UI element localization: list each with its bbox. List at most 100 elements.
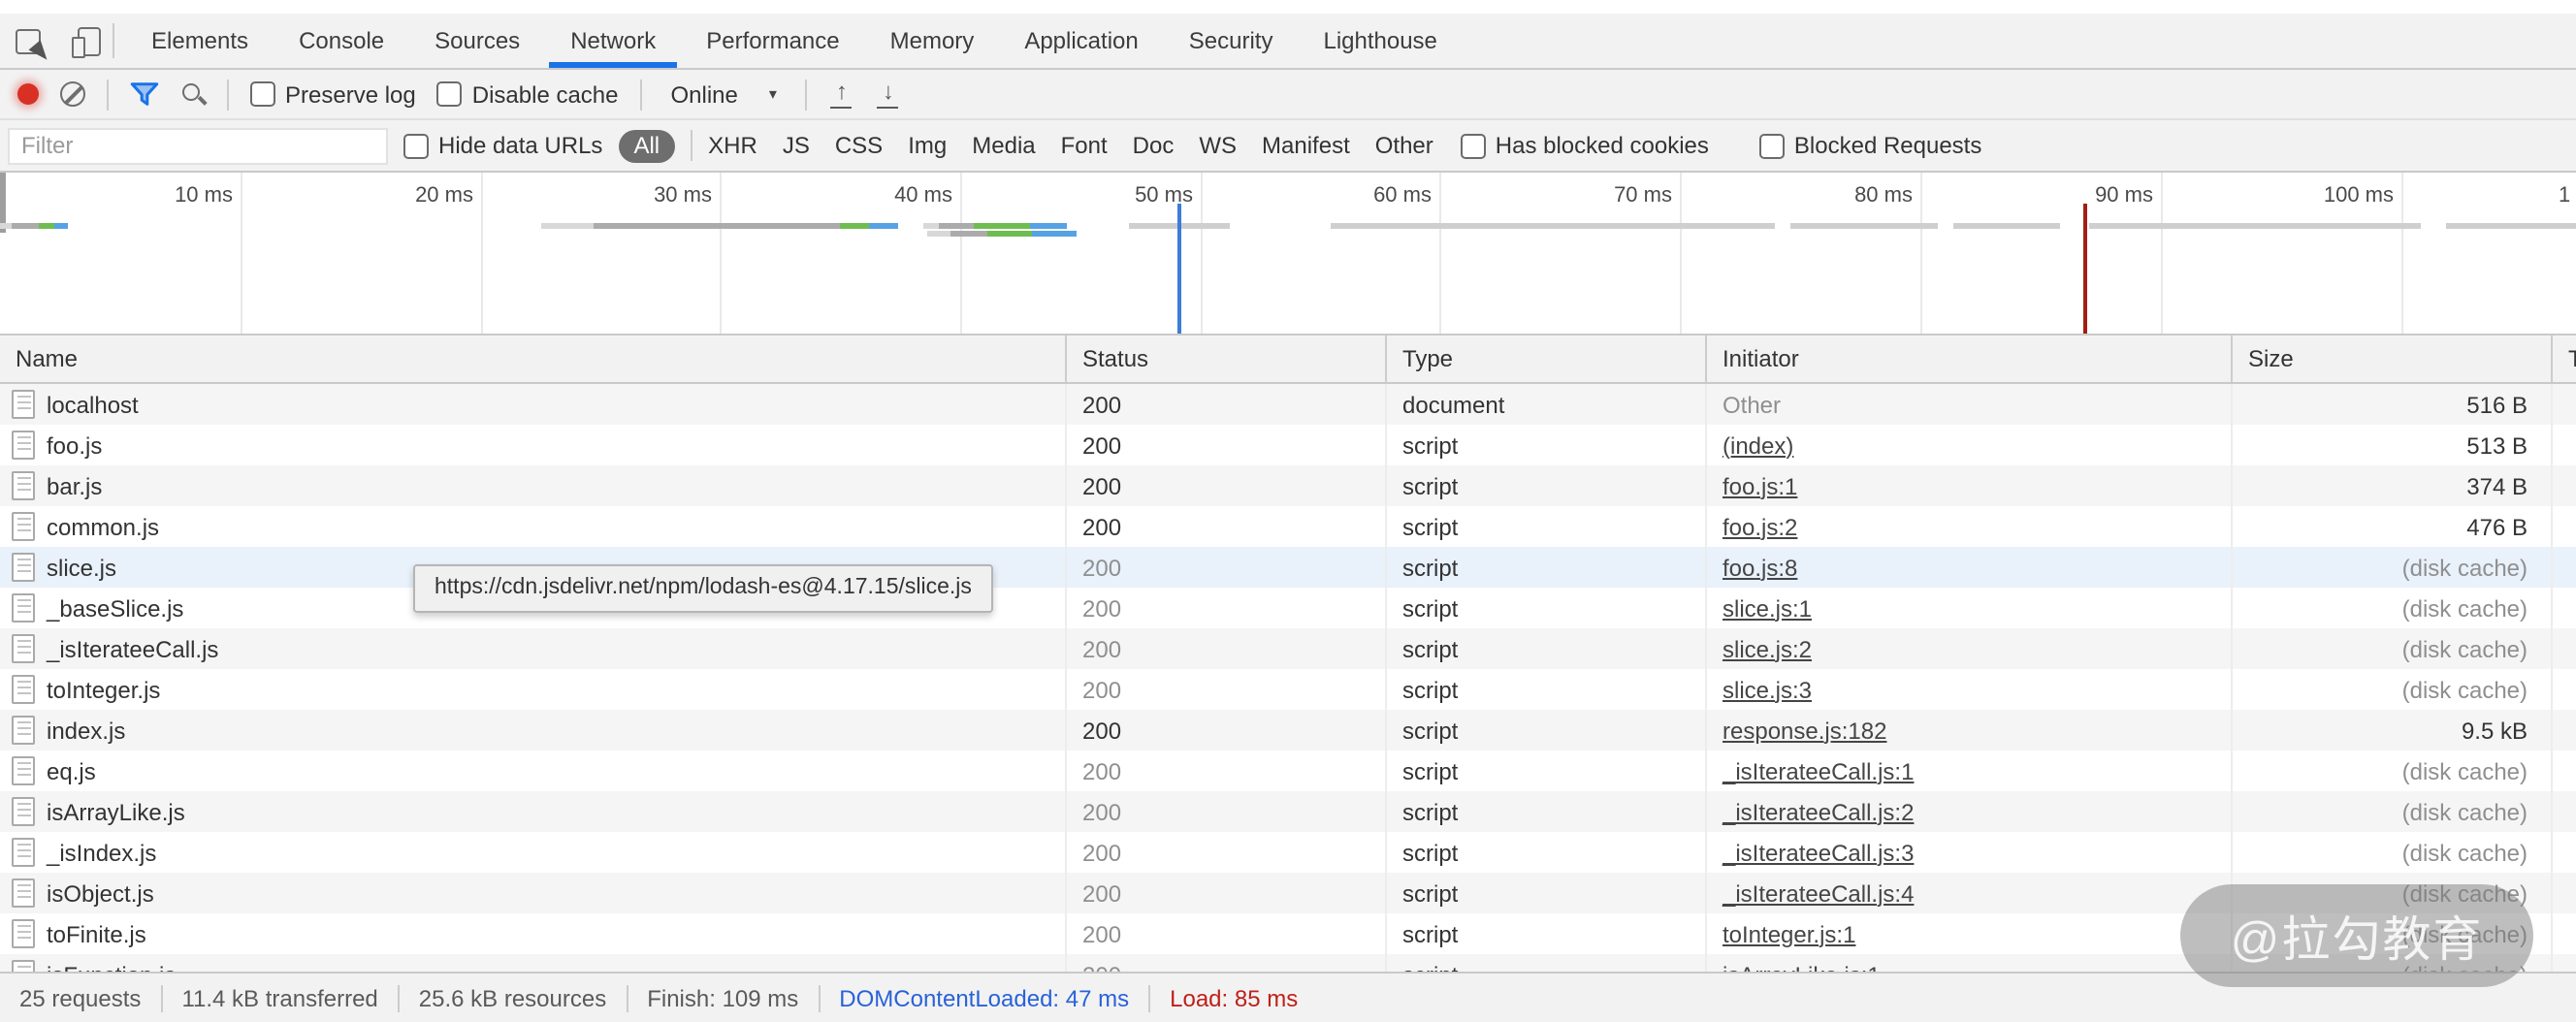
initiator-link[interactable]: slice.js:3 (1723, 676, 1812, 703)
table-row[interactable]: foo.js200script(index)513 B (0, 425, 2576, 465)
has-blocked-cookies-checkbox[interactable]: Has blocked cookies (1461, 132, 1709, 159)
record-network-log-icon[interactable] (17, 83, 39, 105)
search-icon[interactable] (180, 81, 206, 107)
script-file-icon (12, 512, 35, 541)
initiator-link[interactable]: (index) (1723, 431, 1793, 459)
table-row[interactable]: _isIndex.js200script_isIterateeCall.js:3… (0, 832, 2576, 873)
column-header-name[interactable]: Name (0, 335, 1065, 382)
table-row[interactable]: _isIterateeCall.js200scriptslice.js:2(di… (0, 628, 2576, 669)
network-overview-timeline[interactable]: 10 ms20 ms30 ms40 ms50 ms60 ms70 ms80 ms… (0, 173, 2576, 335)
waterfall-bar-segment (869, 223, 898, 229)
initiator-link[interactable]: foo.js:2 (1723, 513, 1797, 540)
initiator-link[interactable]: response.js:182 (1723, 717, 1886, 744)
network-filter-bar: Hide data URLs All XHR JS CSS Img Media Font D… (0, 120, 2576, 173)
script-file-icon (12, 716, 35, 745)
blocked-requests-checkbox[interactable]: Blocked Requests (1759, 132, 1981, 159)
table-row[interactable]: index.js200scriptresponse.js:1829.5 kB (0, 710, 2576, 751)
cell-initiator: Other (1705, 384, 2231, 425)
filter-type-font[interactable]: Font (1061, 132, 1108, 159)
column-header-time[interactable]: Time (2551, 335, 2576, 382)
checkbox-icon[interactable] (250, 81, 275, 107)
network-summary-bar: 25 requests11.4 kB transferred25.6 kB re… (0, 972, 2576, 1022)
initiator-link[interactable]: isArrayLike.js:1 (1723, 961, 1881, 972)
cell-name: common.js (0, 506, 1065, 547)
cell-time (2551, 547, 2576, 588)
export-har-icon[interactable]: ↓ (876, 80, 901, 109)
summary-item[interactable]: Load: 85 ms (1170, 984, 1298, 1011)
filter-type-js[interactable]: JS (783, 132, 810, 159)
filter-funnel-icon[interactable] (130, 81, 159, 107)
cell-initiator: _isIterateeCall.js:4 (1705, 873, 2231, 913)
disable-cache-checkbox[interactable]: Disable cache (437, 80, 619, 108)
column-header-status[interactable]: Status (1065, 335, 1385, 382)
cell-initiator: slice.js:2 (1705, 628, 2231, 669)
clear-network-log-icon[interactable] (60, 81, 85, 107)
throttling-dropdown[interactable]: Online ▾ (663, 80, 785, 108)
table-row[interactable]: common.js200scriptfoo.js:2476 B (0, 506, 2576, 547)
summary-item: 11.4 kB transferred (181, 984, 377, 1011)
filter-type-img[interactable]: Img (908, 132, 947, 159)
filter-type-css[interactable]: CSS (835, 132, 883, 159)
initiator-link[interactable]: _isIterateeCall.js:4 (1723, 879, 1914, 907)
cell-size: 516 B (2231, 384, 2551, 425)
initiator-link[interactable]: _isIterateeCall.js:1 (1723, 757, 1914, 784)
table-row[interactable]: localhost200documentOther516 B (0, 384, 2576, 425)
inspect-element-button[interactable] (8, 21, 47, 60)
timeline-gridline (241, 173, 242, 334)
checkbox-icon[interactable] (437, 81, 463, 107)
column-header-size[interactable]: Size (2231, 335, 2551, 382)
column-header-type[interactable]: Type (1385, 335, 1705, 382)
initiator-link[interactable]: _isIterateeCall.js:3 (1723, 839, 1914, 866)
table-row[interactable]: slice.js200scriptfoo.js:8(disk cache) (0, 547, 2576, 588)
cell-type: script (1385, 588, 1705, 628)
tab-elements[interactable]: Elements (126, 14, 274, 68)
timeline-tick-label-clipped: 1 (2559, 184, 2570, 208)
timeline-gridline (1920, 173, 1922, 334)
table-row[interactable]: _baseSlice.js200scriptslice.js:1(disk ca… (0, 588, 2576, 628)
filter-type-manifest[interactable]: Manifest (1262, 132, 1350, 159)
filter-type-doc[interactable]: Doc (1133, 132, 1175, 159)
checkbox-icon[interactable] (403, 133, 429, 158)
table-row[interactable]: eq.js200script_isIterateeCall.js:1(disk … (0, 751, 2576, 791)
timeline-gridline (960, 173, 962, 334)
column-header-initiator[interactable]: Initiator (1705, 335, 2231, 382)
checkbox-icon[interactable] (1759, 133, 1785, 158)
tab-sources[interactable]: Sources (409, 14, 545, 68)
cell-type: script (1385, 465, 1705, 506)
initiator-link[interactable]: slice.js:2 (1723, 635, 1812, 662)
initiator-link[interactable]: foo.js:8 (1723, 554, 1797, 581)
filter-input[interactable] (8, 127, 388, 164)
script-file-icon (12, 431, 35, 460)
cell-size: (disk cache) (2231, 628, 2551, 669)
tab-performance[interactable]: Performance (681, 14, 864, 68)
preserve-log-checkbox[interactable]: Preserve log (250, 80, 416, 108)
tab-lighthouse[interactable]: Lighthouse (1298, 14, 1462, 68)
tab-network[interactable]: Network (545, 14, 681, 68)
summary-item[interactable]: DOMContentLoaded: 47 ms (839, 984, 1129, 1011)
toggle-device-toolbar-button[interactable] (66, 21, 105, 60)
import-har-icon[interactable]: ↑ (829, 80, 854, 109)
initiator-link[interactable]: _isIterateeCall.js:2 (1723, 798, 1914, 825)
filter-type-all[interactable]: All (618, 129, 675, 162)
filter-type-other[interactable]: Other (1375, 132, 1433, 159)
cell-name: toFinite.js (0, 913, 1065, 954)
table-row[interactable]: toInteger.js200scriptslice.js:3(disk cac… (0, 669, 2576, 710)
tab-console[interactable]: Console (274, 14, 409, 68)
filter-type-ws[interactable]: WS (1199, 132, 1237, 159)
cell-type: script (1385, 425, 1705, 465)
initiator-link[interactable]: foo.js:1 (1723, 472, 1797, 499)
hide-data-urls-checkbox[interactable]: Hide data URLs (403, 132, 602, 159)
table-row[interactable]: isArrayLike.js200script_isIterateeCall.j… (0, 791, 2576, 832)
cell-type: script (1385, 832, 1705, 873)
initiator-link[interactable]: toInteger.js:1 (1723, 920, 1855, 947)
cell-time (2551, 873, 2576, 913)
tab-memory[interactable]: Memory (865, 14, 1000, 68)
tab-security[interactable]: Security (1164, 14, 1299, 68)
filter-type-media[interactable]: Media (972, 132, 1035, 159)
checkbox-icon[interactable] (1461, 133, 1486, 158)
table-row[interactable]: bar.js200scriptfoo.js:1374 B (0, 465, 2576, 506)
waterfall-bar-segment (39, 223, 54, 229)
initiator-link[interactable]: slice.js:1 (1723, 594, 1812, 622)
tab-application[interactable]: Application (999, 14, 1163, 68)
filter-type-xhr[interactable]: XHR (708, 132, 757, 159)
